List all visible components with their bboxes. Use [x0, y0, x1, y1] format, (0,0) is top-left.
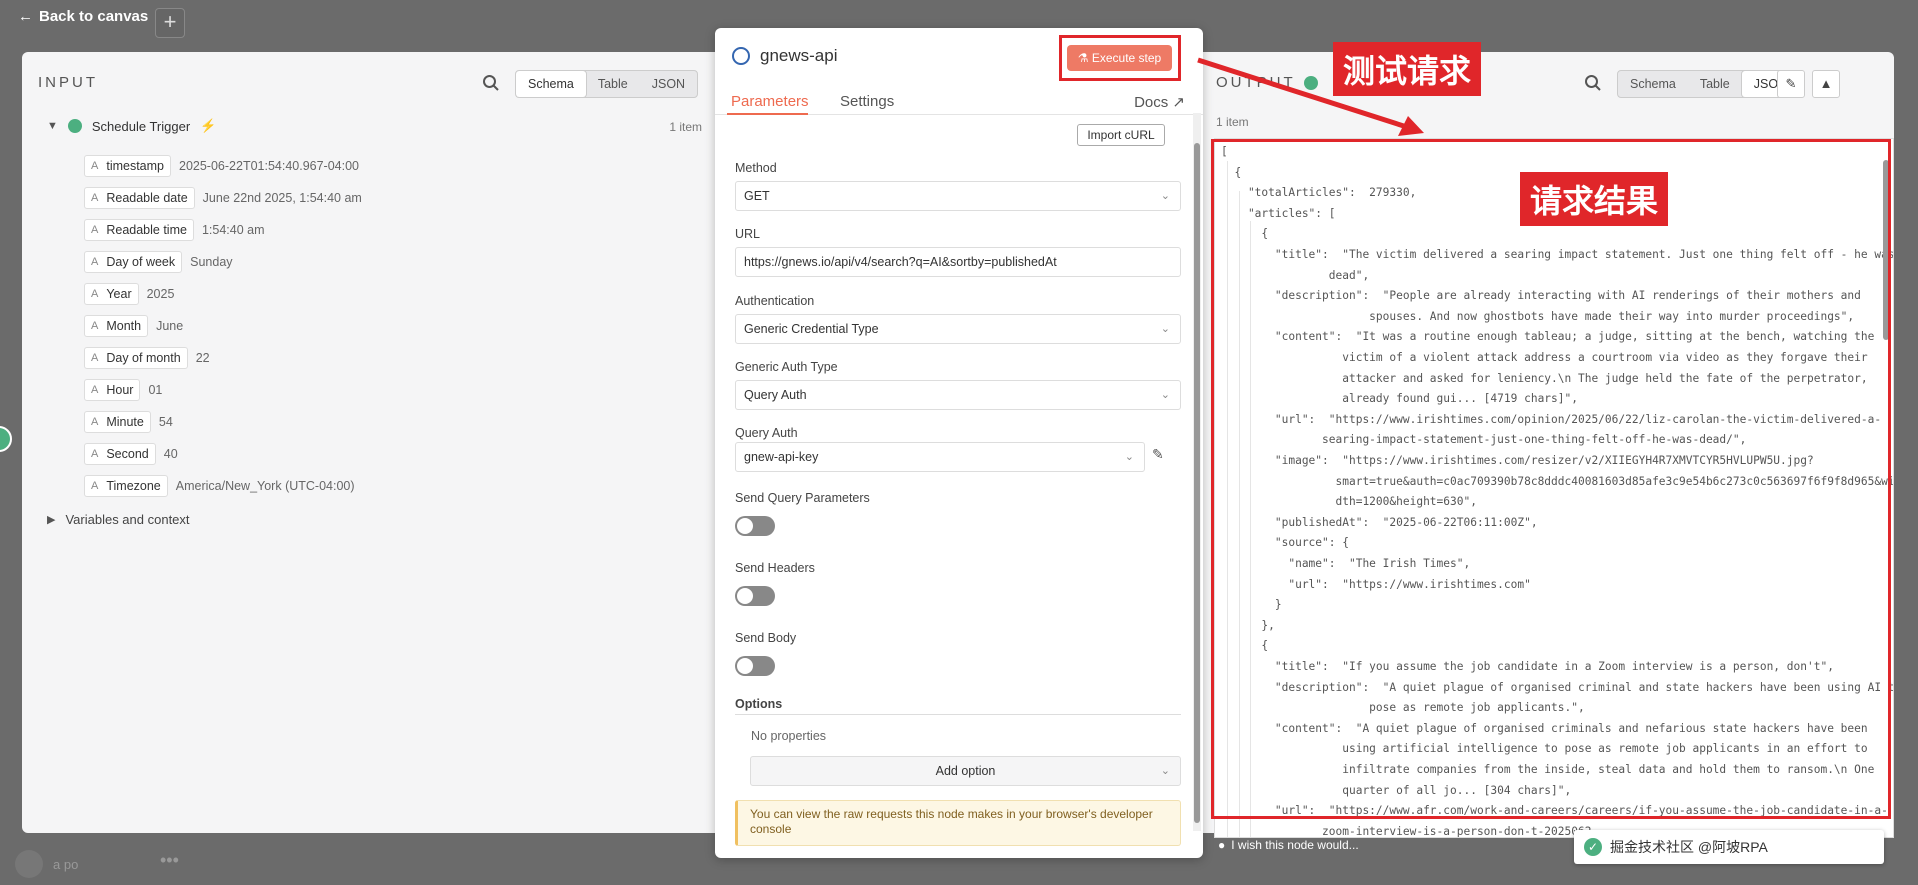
annotation-arrow [1197, 57, 1424, 136]
annotation-request-result: 请求结果 [1520, 172, 1669, 226]
annotation-test-request: 测试请求 [1333, 42, 1482, 96]
